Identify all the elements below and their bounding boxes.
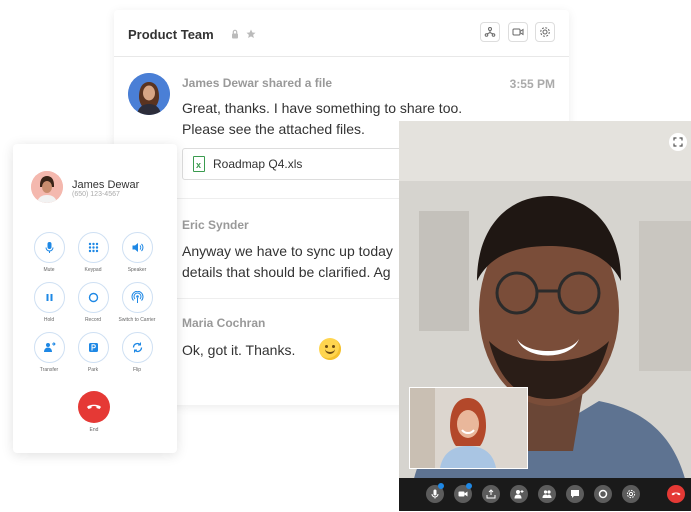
mic-options-caret[interactable] (438, 483, 444, 489)
file-attachment[interactable]: x Roadmap Q4.xls (182, 148, 422, 180)
expand-button[interactable] (669, 133, 687, 151)
emoji-mouth (325, 349, 335, 354)
flip-icon (132, 342, 143, 353)
pause-icon (46, 294, 53, 301)
caller-avatar (31, 171, 63, 203)
settings-button[interactable] (535, 22, 555, 42)
org-chart-button[interactable] (480, 22, 500, 42)
end-label: End (89, 427, 99, 433)
record-button[interactable] (78, 282, 109, 313)
video-end-call-button[interactable] (667, 485, 685, 503)
gear-icon (540, 27, 550, 37)
hang-up-icon (671, 492, 681, 496)
share-screen-button[interactable] (482, 485, 500, 503)
carrier-icon (131, 291, 144, 303)
smile-emoji-icon (319, 338, 341, 360)
microphone-icon (45, 242, 54, 253)
speaker-button[interactable] (122, 232, 153, 263)
org-chart-icon (484, 27, 496, 37)
park-button[interactable] (78, 332, 109, 363)
caller-number: (650) 123-4567 (72, 191, 120, 198)
message-author: James Dewar shared a file (182, 76, 333, 90)
record-icon (598, 489, 608, 499)
message-text: Ok, got it. Thanks. (182, 342, 296, 358)
transfer-button[interactable] (34, 332, 65, 363)
speaker-label: Speaker (127, 267, 147, 273)
add-participant-icon (514, 490, 524, 499)
chat-title: Product Team (128, 27, 214, 42)
video-controls-bar (399, 478, 691, 511)
camera-options-caret[interactable] (466, 483, 472, 489)
switch-to-carrier-label: Switch to Carrier (118, 317, 156, 323)
video-call-button[interactable] (508, 22, 528, 42)
caller-name: James Dewar (72, 179, 140, 191)
emoji-eye (332, 345, 335, 348)
file-name: Roadmap Q4.xls (213, 157, 303, 171)
message-author: Eric Synder (182, 218, 249, 232)
message-author: Maria Cochran (182, 316, 266, 330)
microphone-icon (431, 489, 439, 499)
add-participant-button[interactable] (510, 485, 528, 503)
expand-icon (673, 137, 683, 147)
participants-button[interactable] (538, 485, 556, 503)
chat-header: Product Team (114, 10, 569, 57)
camera-icon (458, 491, 468, 497)
phone-dialer: James Dewar (650) 123-4567 Mute Keypad S… (13, 144, 177, 453)
lock-icon (230, 29, 240, 39)
hold-button[interactable] (34, 282, 65, 313)
participants-icon (542, 490, 552, 498)
chat-icon (571, 490, 579, 498)
record-icon (88, 292, 99, 303)
emoji-eye (325, 345, 328, 348)
star-icon[interactable] (246, 29, 256, 39)
self-view-video (409, 387, 528, 469)
flip-label: Flip (132, 367, 142, 373)
keypad-button[interactable] (78, 232, 109, 263)
mute-button[interactable] (34, 232, 65, 263)
flip-button[interactable] (122, 332, 153, 363)
video-icon (512, 28, 524, 36)
speaker-icon (132, 243, 144, 252)
chat-button[interactable] (566, 485, 584, 503)
excel-file-icon-letter: x (196, 160, 202, 170)
end-call-button[interactable] (78, 391, 110, 423)
video-settings-button[interactable] (622, 485, 640, 503)
transfer-icon (44, 342, 56, 352)
excel-file-icon: x (193, 156, 205, 172)
video-call-window (399, 121, 691, 511)
keypad-icon (88, 242, 99, 253)
video-record-button[interactable] (594, 485, 612, 503)
park-icon (89, 343, 98, 352)
hang-up-icon (87, 404, 101, 409)
message-text: Anyway we have to sync up today details … (182, 243, 393, 280)
settings-icon (626, 489, 636, 499)
share-screen-icon (486, 489, 496, 499)
message-time: 3:55 PM (509, 77, 555, 91)
avatar-james (128, 73, 170, 115)
switch-to-carrier-button[interactable] (122, 282, 153, 313)
